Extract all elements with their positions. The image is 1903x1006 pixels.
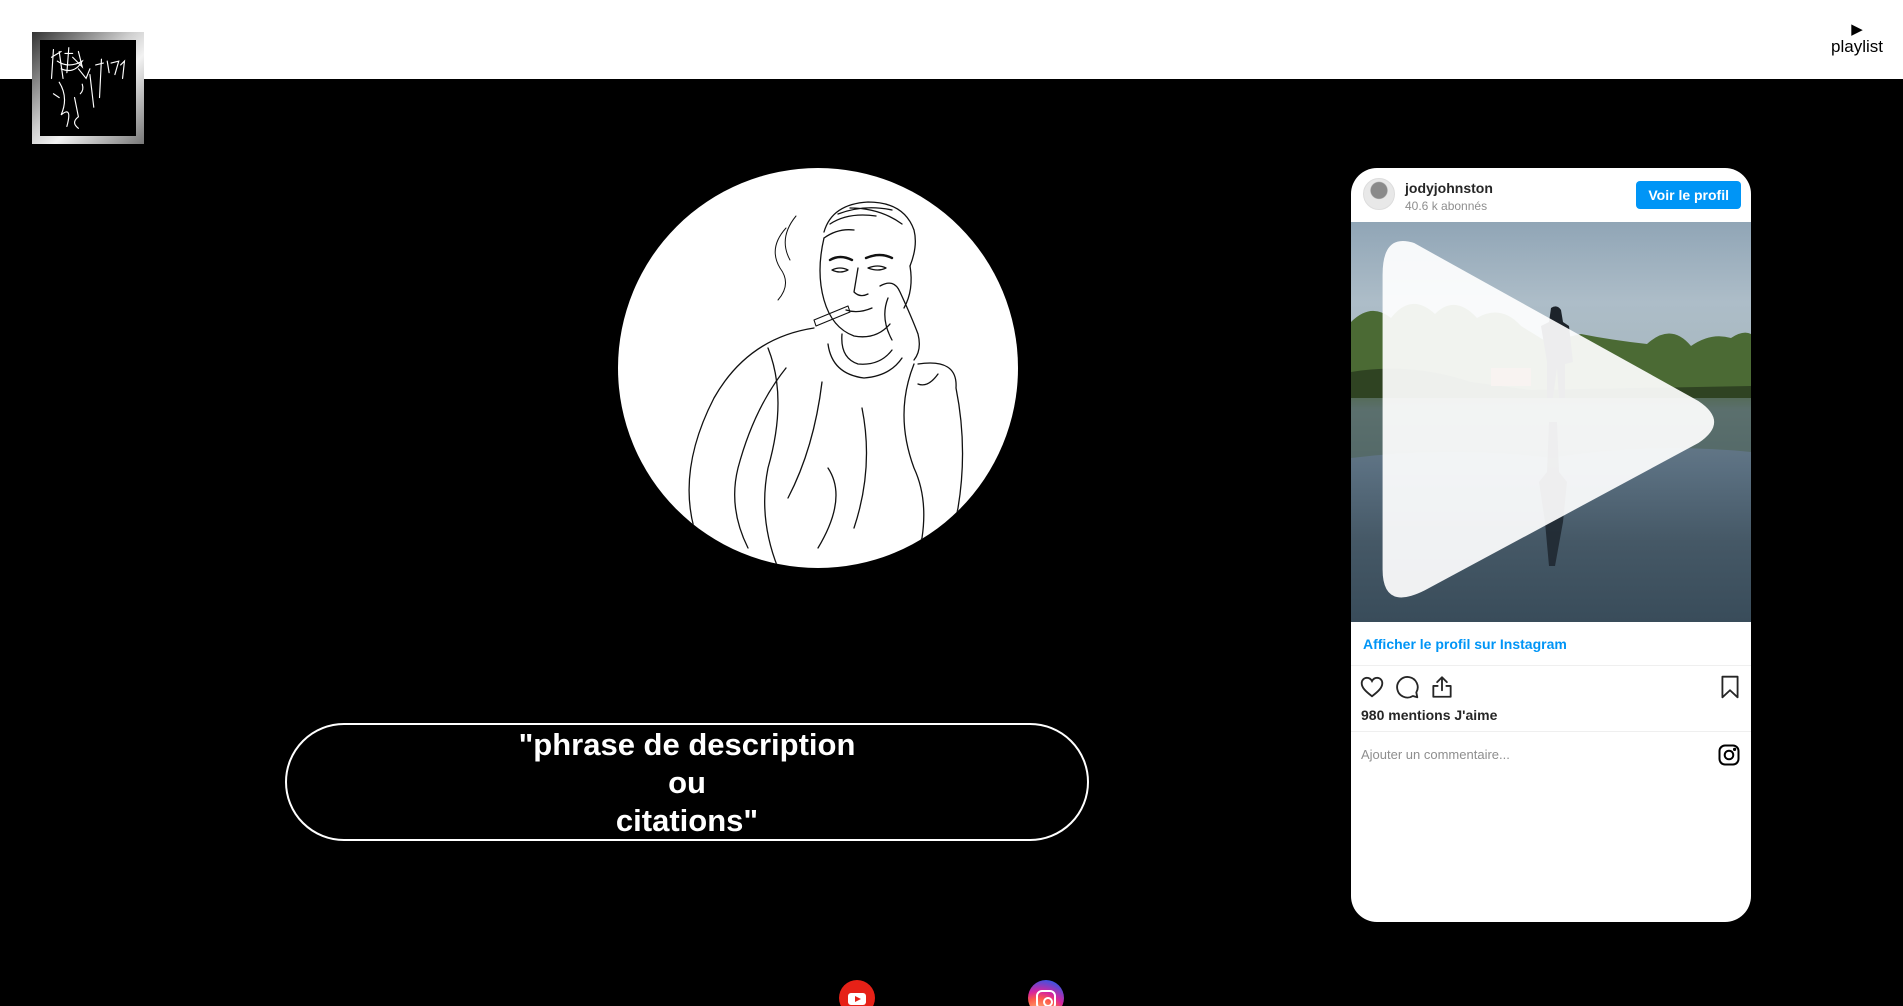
instagram-logo-icon[interactable] xyxy=(1717,743,1741,767)
view-profile-button[interactable]: Voir le profil xyxy=(1636,181,1741,209)
follower-count: 40.6 k abonnés xyxy=(1405,199,1488,213)
portrait-illustration xyxy=(618,168,1018,568)
avatar[interactable] xyxy=(1363,178,1395,210)
quote-line: citations" xyxy=(615,803,759,838)
likes-count: 980 mentions J'aime xyxy=(1351,706,1751,732)
quote-line: "phrase de description xyxy=(518,727,856,762)
heart-icon[interactable] xyxy=(1359,674,1385,700)
card-header: jodyjohnston 40.6 k abonnés Voir le prof… xyxy=(1351,168,1751,222)
comment-input[interactable]: Ajouter un commentaire... xyxy=(1361,747,1510,762)
post-actions xyxy=(1351,666,1751,706)
playlist-label: playlist xyxy=(1831,37,1883,56)
video-thumbnail[interactable] xyxy=(1351,222,1751,622)
play-icon[interactable] xyxy=(1351,222,1751,622)
share-icon[interactable] xyxy=(1429,674,1455,700)
comment-row: Ajouter un commentaire... xyxy=(1351,732,1751,776)
header-bar: ▶ playlist xyxy=(0,0,1903,79)
comment-icon[interactable] xyxy=(1394,674,1420,700)
youtube-icon[interactable] xyxy=(839,980,875,1006)
sketch-logo-icon xyxy=(40,40,136,136)
instagram-icon[interactable] xyxy=(1028,980,1064,1006)
site-logo[interactable] xyxy=(32,32,144,144)
instagram-embed-card: jodyjohnston 40.6 k abonnés Voir le prof… xyxy=(1351,168,1751,922)
username[interactable]: jodyjohnston xyxy=(1405,180,1493,196)
quote-box: "phrase de description ou citations" xyxy=(285,723,1089,841)
bookmark-icon[interactable] xyxy=(1717,674,1743,700)
playlist-button[interactable]: ▶ playlist xyxy=(1831,22,1883,56)
instagram-profile-link[interactable]: Afficher le profil sur Instagram xyxy=(1351,622,1751,666)
quote-line: ou xyxy=(668,765,706,800)
play-triangle-icon: ▶ xyxy=(1851,21,1863,38)
